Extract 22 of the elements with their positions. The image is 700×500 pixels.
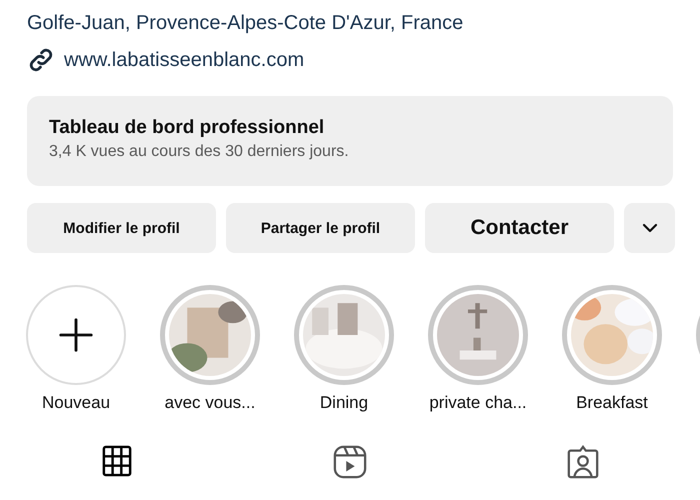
highlight-ring[interactable] [160,285,260,385]
dashboard-title: Tableau de bord professionnel [49,116,326,140]
action-button[interactable]: Modifier le profil [27,203,216,253]
dashboard-card[interactable]: Tableau de bord professionnel 3,4 K vues au cours des 30 derniers jours. [27,96,673,186]
highlight-label: Nouveau [42,393,110,413]
highlight-label: avec vous... [164,393,256,413]
dashboard-subtitle: 3,4 K vues au cours des 30 derniers jours. [49,143,350,161]
reels-icon[interactable] [332,445,367,479]
highlight-ring[interactable] [294,285,394,385]
website-link[interactable]: www.labatisseenblanc.com [64,47,304,73]
location-text: Golfe-Juan, Provence-Alpes-Cote D'Azur, France [27,11,464,36]
tagged-icon[interactable] [566,445,600,479]
action-button[interactable]: Partager le profil [226,203,415,253]
highlight-ring[interactable] [428,285,528,385]
contact-button[interactable]: Contacter [425,203,614,253]
link-icon [27,46,55,74]
highlight-label: Breakfast [576,393,648,413]
grid-icon[interactable] [102,445,132,477]
highlight-ring[interactable] [562,285,662,385]
plus-icon [57,316,95,354]
highlight-label: Dining [320,393,368,413]
highlight-label: private cha... [429,393,527,413]
